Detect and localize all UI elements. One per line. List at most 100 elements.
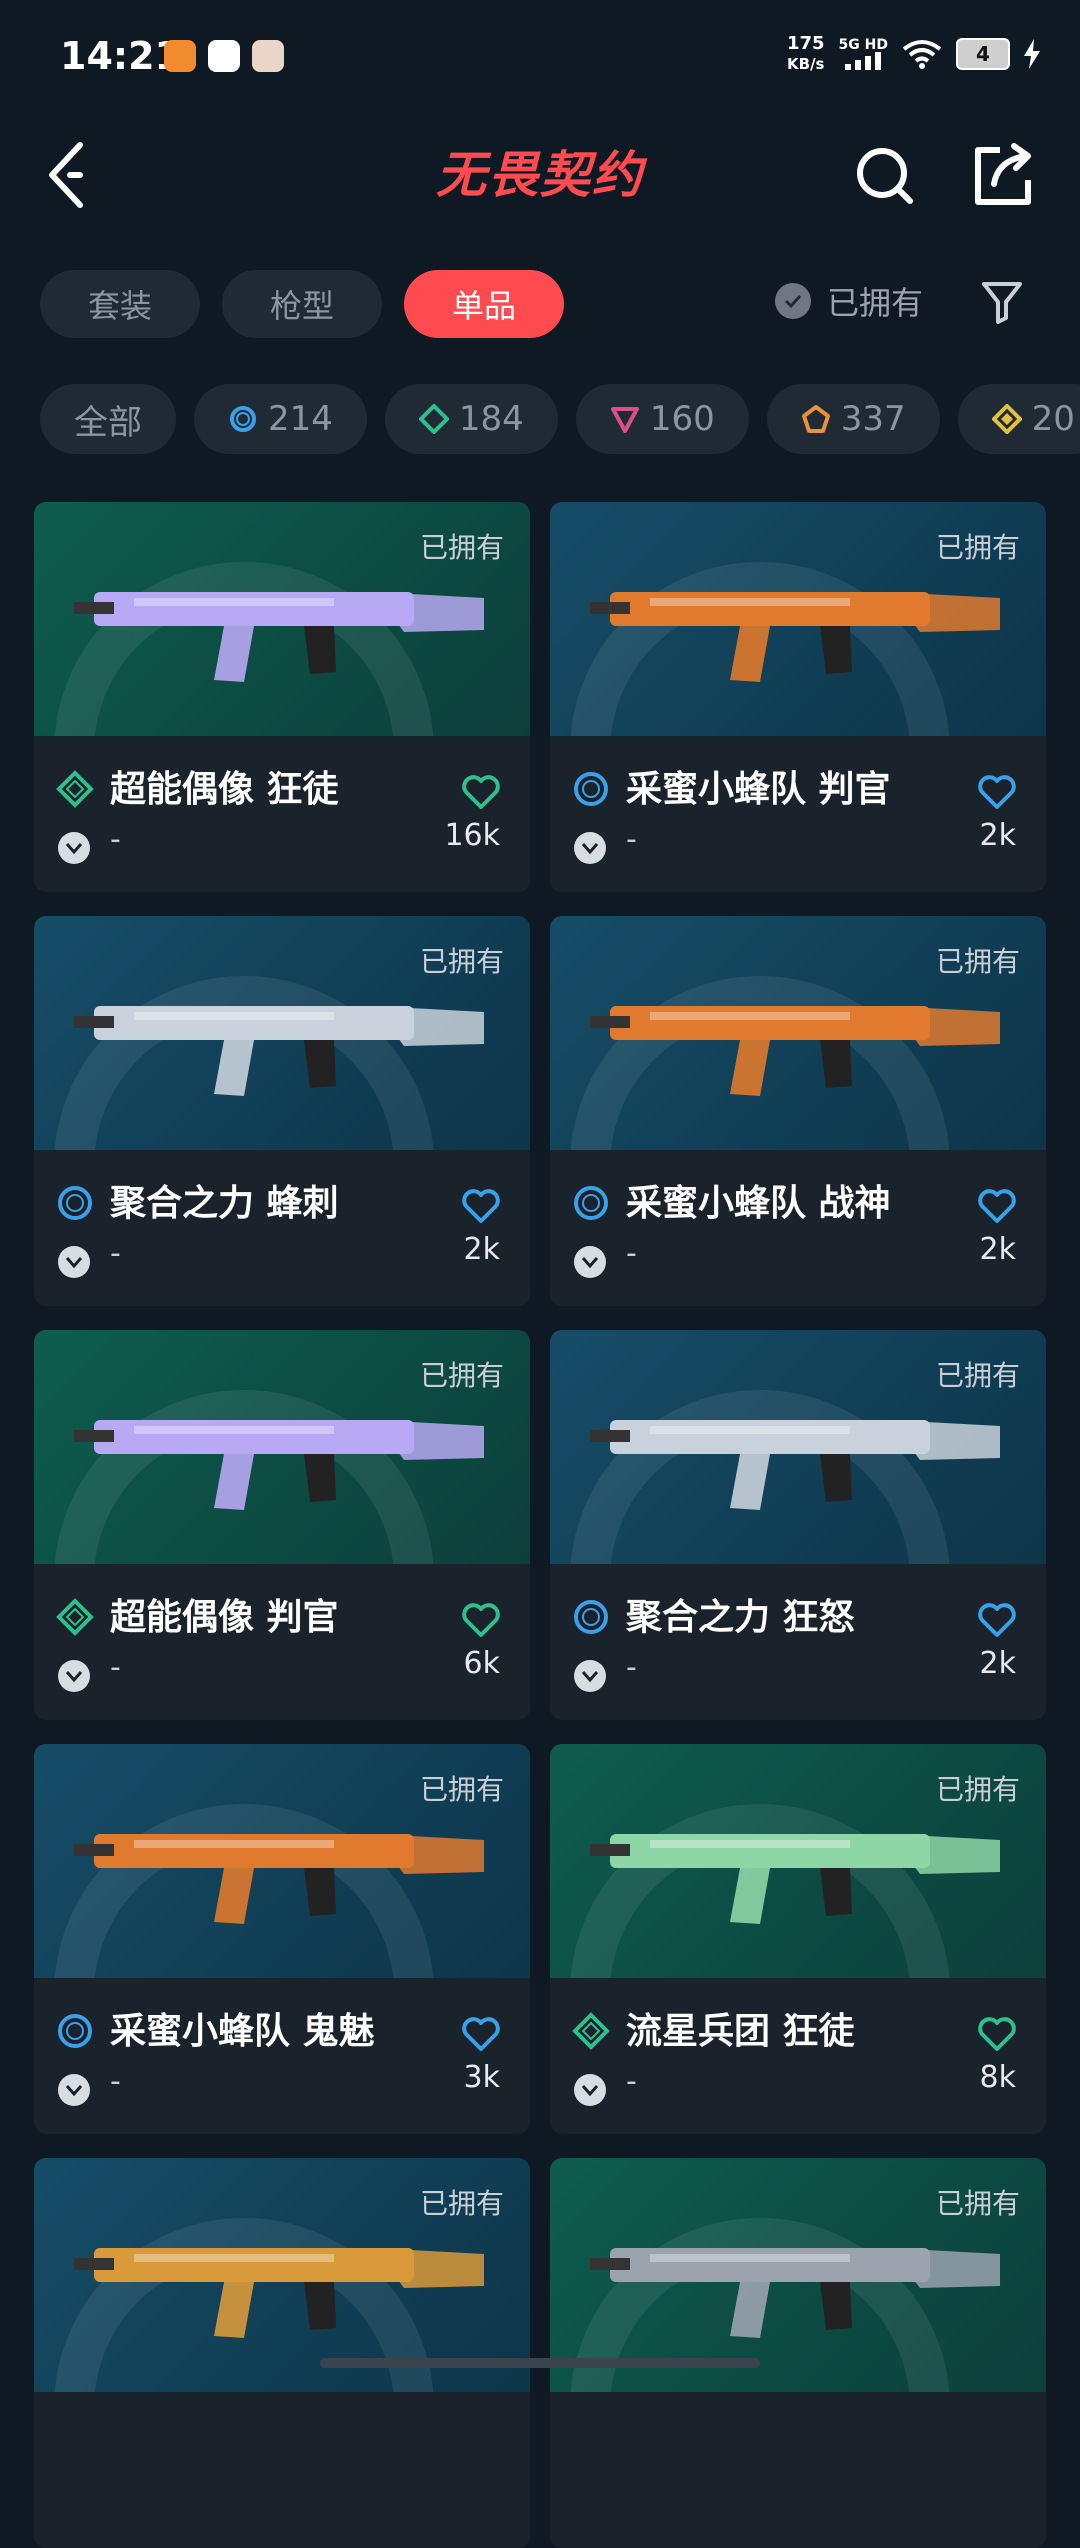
skin-thumbnail: 已拥有	[550, 1330, 1046, 1564]
skin-info: 采蜜小蜂队 判官 - 2k	[550, 736, 1046, 892]
tier-filter-all[interactable]: 全部	[40, 384, 176, 454]
app-notification-icon	[164, 40, 196, 72]
page-title: 无畏契约	[436, 146, 644, 204]
share-icon	[975, 143, 1031, 205]
tier-filter-count: 20	[1031, 399, 1075, 439]
tier-filter-blue[interactable]: 214	[194, 384, 367, 454]
share-button[interactable]	[968, 130, 1038, 220]
skin-thumbnail: 已拥有	[550, 916, 1046, 1150]
network-speed: 175 KB/s	[787, 34, 825, 74]
skin-subtitle: -	[110, 1650, 121, 1685]
skin-subtitle: -	[626, 822, 637, 857]
skin-thumbnail: 已拥有	[34, 916, 530, 1150]
cell-signal-icon	[845, 52, 882, 70]
favorite-heart-icon[interactable]	[978, 2016, 1016, 2052]
favorite-heart-icon[interactable]	[978, 1188, 1016, 1224]
chevron-badge-icon	[574, 2074, 606, 2106]
skin-info: 采蜜小蜂队 鬼魅 - 3k	[34, 1978, 530, 2134]
skin-name: 聚合之力 狂怒	[626, 1597, 855, 1638]
skin-card[interactable]: 已拥有 采蜜小蜂队 鬼魅 - 3k	[34, 1744, 530, 2134]
chevron-badge-icon	[574, 832, 606, 864]
tier-filter-orange[interactable]: 337	[766, 384, 940, 454]
weapon-image	[590, 1006, 1000, 1096]
like-count: 8k	[979, 2060, 1016, 2095]
skin-thumbnail: 已拥有	[34, 2158, 530, 2392]
back-button[interactable]	[40, 130, 100, 220]
skin-card[interactable]: 已拥有 超能偶像 判官 - 6k	[34, 1330, 530, 1720]
tier-green-diamond-icon	[572, 2012, 610, 2050]
filter-button[interactable]	[980, 278, 1024, 326]
skin-card[interactable]: 已拥有	[34, 2158, 530, 2548]
favorite-heart-icon[interactable]	[978, 1602, 1016, 1638]
owned-label: 已拥有	[935, 531, 1020, 564]
tier-filter-count: 337	[840, 399, 906, 439]
network-speed-value: 175	[786, 33, 825, 54]
tab-gun-type[interactable]: 枪型	[222, 270, 383, 338]
home-indicator[interactable]	[320, 2358, 760, 2368]
search-icon	[857, 148, 913, 204]
weapon-image	[74, 1420, 484, 1510]
app-header: 无畏契约	[0, 115, 1080, 265]
skin-card[interactable]: 已拥有 流星兵团 狂徒 - 8k	[550, 1744, 1046, 2134]
skin-thumbnail: 已拥有	[34, 1330, 530, 1564]
tier-yellow-diamond-icon	[991, 404, 1022, 434]
skin-card[interactable]: 已拥有 采蜜小蜂队 判官 - 2k	[550, 502, 1046, 892]
tier-filter-label: 全部	[74, 402, 142, 443]
tier-filter-green[interactable]: 184	[384, 384, 558, 454]
tier-pink-triangle-icon	[610, 407, 639, 433]
owned-filter-label: 已拥有	[827, 284, 924, 322]
tab-single-item[interactable]: 单品	[404, 270, 565, 338]
weapon-image	[590, 592, 1000, 682]
like-count: 2k	[463, 1232, 500, 1267]
charging-icon	[1024, 39, 1040, 69]
status-bar: 14:21 175 KB/s 5G HD 4	[0, 0, 1080, 115]
skin-info: 流星兵团 狂徒 - 8k	[550, 1978, 1046, 2134]
owned-label: 已拥有	[935, 945, 1020, 978]
owned-label: 已拥有	[419, 2187, 504, 2220]
skin-card[interactable]: 已拥有 采蜜小蜂队 战神 - 2k	[550, 916, 1046, 1306]
like-count: 3k	[463, 2060, 500, 2095]
skin-card[interactable]: 已拥有	[550, 2158, 1046, 2548]
tier-filter-yellow[interactable]: 20	[957, 384, 1080, 454]
favorite-heart-icon[interactable]	[978, 774, 1016, 810]
skin-card[interactable]: 已拥有 聚合之力 蜂刺 - 2k	[34, 916, 530, 1306]
search-button[interactable]	[850, 130, 920, 220]
chevron-badge-icon	[574, 1246, 606, 1278]
tier-filter-row: 全部 214 184 160 337 20	[40, 384, 1080, 454]
skin-subtitle: -	[626, 1236, 637, 1271]
skin-name: 采蜜小蜂队 鬼魅	[110, 2011, 375, 2052]
notification-icons	[164, 40, 284, 72]
skin-name: 采蜜小蜂队 战神	[626, 1183, 891, 1224]
skin-thumbnail: 已拥有	[34, 1744, 530, 1978]
favorite-heart-icon[interactable]	[462, 774, 500, 810]
skin-name: 流星兵团 狂徒	[626, 2011, 855, 2052]
tier-orange-pentagon-icon	[801, 405, 830, 433]
tier-blue-ring-icon	[574, 1186, 608, 1220]
signal-type-label: 5G HD	[838, 37, 888, 53]
favorite-heart-icon[interactable]	[462, 1188, 500, 1224]
skin-grid: 已拥有 超能偶像 狂徒 -16k 已拥有 采蜜小蜂队 判官 -2k 已拥有 聚合之力 蜂刺 -2…	[34, 502, 1046, 2548]
favorite-heart-icon[interactable]	[462, 2016, 500, 2052]
weapon-image	[74, 2248, 484, 2338]
wifi-icon	[902, 40, 942, 69]
owned-filter-toggle[interactable]: 已拥有	[775, 278, 923, 324]
tier-blue-ring-icon	[58, 1186, 92, 1220]
tier-filter-count: 160	[649, 399, 715, 439]
favorite-heart-icon[interactable]	[462, 1602, 500, 1638]
skin-card[interactable]: 已拥有 聚合之力 狂怒 - 2k	[550, 1330, 1046, 1720]
weapon-image	[74, 592, 484, 682]
tier-filter-pink[interactable]: 160	[575, 384, 749, 454]
tier-green-diamond-icon	[418, 404, 449, 434]
category-tabs: 套装 枪型 单品	[40, 270, 565, 338]
skin-subtitle: -	[110, 1236, 121, 1271]
chevron-badge-icon	[58, 1660, 90, 1692]
owned-label: 已拥有	[419, 531, 504, 564]
like-count: 2k	[979, 818, 1016, 853]
message-notification-icon	[208, 40, 240, 72]
tier-blue-ring-icon	[230, 406, 256, 432]
skin-thumbnail: 已拥有	[34, 502, 530, 736]
chevron-badge-icon	[58, 2074, 90, 2106]
skin-card[interactable]: 已拥有 超能偶像 狂徒 - 16k	[34, 502, 530, 892]
status-time: 14:21	[60, 34, 181, 78]
tab-suit[interactable]: 套装	[40, 270, 201, 338]
